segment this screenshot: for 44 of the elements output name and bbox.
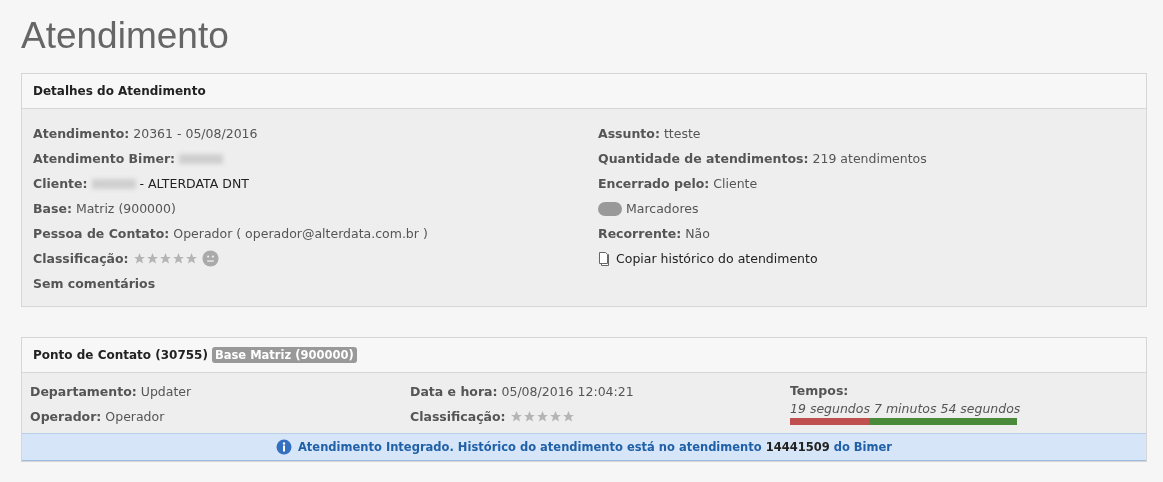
star-rating[interactable] [132,252,198,265]
info-message: Atendimento Integrado. Histórico do atendimento está no atendimento 14441509 do Bimer [297,440,892,454]
field-label: Pessoa de Contato: [33,226,170,241]
time-value: 7 minutos 54 segundos [873,401,1021,416]
field-value: Matriz (900000) [75,201,176,216]
field-label: Classificação: [33,251,129,266]
tag-icon[interactable] [598,201,622,216]
field-value: Operador [105,409,165,424]
panel-title: Ponto de Contato (30755) [33,348,208,362]
field-value: - ALTERDATA DNT [139,176,249,191]
field-value: tteste [663,126,701,141]
field-label: Departamento: [30,384,137,399]
field-label: Atendimento Bimer: [33,151,176,166]
field-label: Data e hora: [410,384,498,399]
field-label: Classificação: [410,409,506,424]
field-label: Encerrado pelo: [598,176,710,191]
star-rating[interactable] [509,410,575,423]
field-label: Assunto: [598,126,660,141]
field-value: Operador ( operador@alterdata.com.br ) [173,226,428,241]
panel-title: Detalhes do Atendimento [33,84,206,98]
redacted-value-icon [179,153,224,164]
time-value: 19 segundos [790,401,870,416]
field-label: Cliente: [33,176,88,191]
comment-text: Sem comentários [33,276,156,291]
field-label: Recorrente: [598,226,682,241]
field-value: Não [685,226,710,241]
tag-label[interactable]: Marcadores [626,201,699,216]
info-icon [275,439,292,455]
field-label: Tempos: [790,383,850,400]
field-label: Atendimento: [33,126,130,141]
copy-icon[interactable] [598,250,612,267]
field-label: Operador: [30,409,102,424]
copy-history-link[interactable]: Copiar histórico do atendimento [616,251,818,266]
neutral-face-icon [201,250,219,267]
field-value: 05/08/2016 12:04:21 [501,384,634,399]
page-title: Atendimento [21,14,230,58]
field-value: 20361 - 05/08/2016 [133,126,258,141]
base-badge: Base Matriz (900000) [211,347,357,363]
field-value: Updater [140,384,192,399]
field-label: Base: [33,201,72,216]
field-label: Quantidade de atendimentos: [598,151,809,166]
field-value: 219 atendimentos [812,151,927,166]
field-value: Cliente [713,176,758,191]
redacted-value-icon [91,178,136,189]
